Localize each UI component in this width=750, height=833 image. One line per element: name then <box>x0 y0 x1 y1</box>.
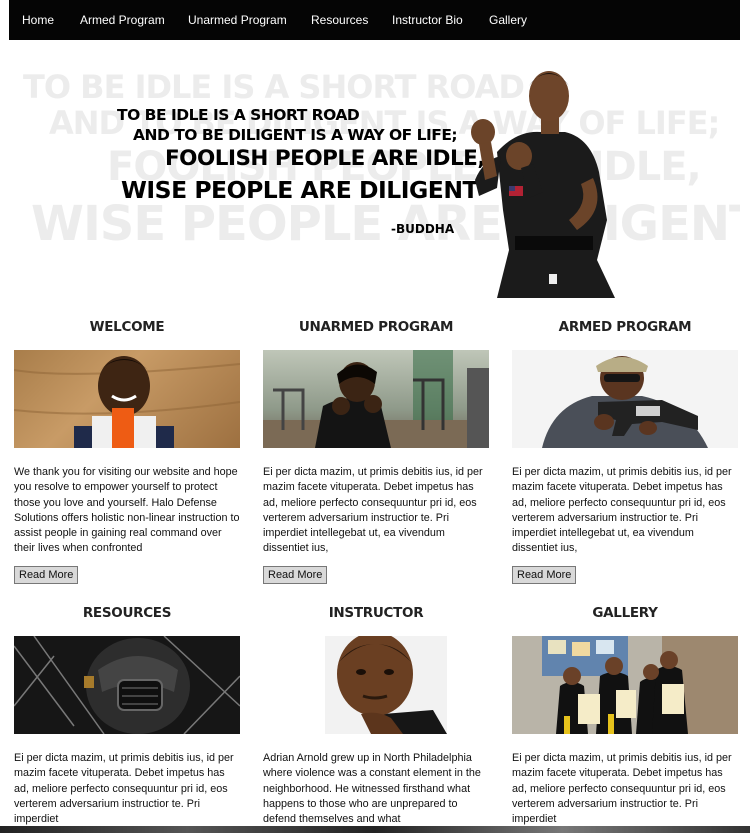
card-resources: RESOURCES Ei per dicta mazim, ut primis … <box>14 604 240 833</box>
welcome-image <box>14 350 240 448</box>
card-armed-program: ARMED PROGRAM Ei per dicta mazim, ut pri… <box>512 318 738 584</box>
card-instructor: INSTRUCTOR Adrian Arnold grew up in Nort… <box>263 604 489 833</box>
card-title: INSTRUCTOR <box>328 605 424 621</box>
card-title: GALLERY <box>592 605 658 621</box>
nav-gallery[interactable]: Gallery <box>489 13 527 27</box>
card-text: Ei per dicta mazim, ut primis debitis iu… <box>14 752 234 826</box>
instructor-image <box>263 636 489 734</box>
card-welcome: WELCOME We thank you for visiting our we… <box>14 318 240 584</box>
card-text: Adrian Arnold grew up in North Philadelp… <box>263 752 481 826</box>
hero-quote-author: -BUDDHA <box>391 222 455 236</box>
resources-image <box>14 636 240 734</box>
card-title: ARMED PROGRAM <box>558 319 692 335</box>
gallery-image <box>512 636 738 734</box>
hero-ghost-line-1: TO BE IDLE IS A SHORT ROAD <box>23 68 525 106</box>
card-title: WELCOME <box>89 319 165 335</box>
nav-unarmed-program[interactable]: Unarmed Program <box>188 13 287 27</box>
hero-quote-line-4: WISE PEOPLE ARE DILIGENT <box>121 176 479 204</box>
read-more-button[interactable]: Read More <box>263 566 328 584</box>
hero-quote-line-2: AND TO BE DILIGENT IS A WAY OF LIFE; <box>133 126 458 144</box>
martial-artist-image <box>471 71 615 298</box>
hero-banner: TO BE IDLE IS A SHORT ROAD AND TO BE DIL… <box>9 40 740 298</box>
card-gallery: GALLERY Ei per dicta mazim, ut primis de… <box>512 604 738 833</box>
nav-armed-program[interactable]: Armed Program <box>80 13 165 27</box>
nav-resources[interactable]: Resources <box>311 13 368 27</box>
hero-quote-line-1: TO BE IDLE IS A SHORT ROAD <box>117 106 360 124</box>
read-more-button[interactable]: Read More <box>14 566 79 584</box>
card-text: Ei per dicta mazim, ut primis debitis iu… <box>263 466 483 555</box>
top-nav: Home Armed Program Unarmed Program Resou… <box>9 0 740 40</box>
card-text: Ei per dicta mazim, ut primis debitis iu… <box>512 466 732 555</box>
nav-home[interactable]: Home <box>22 13 54 27</box>
card-text: We thank you for visiting our website an… <box>14 466 240 555</box>
card-title: UNARMED PROGRAM <box>298 319 454 335</box>
hero-quote-line-3: FOOLISH PEOPLE ARE IDLE, <box>165 146 486 171</box>
unarmed-program-image <box>263 350 489 448</box>
bottom-image-strip <box>0 826 750 833</box>
card-title: RESOURCES <box>82 605 172 621</box>
card-unarmed-program: UNARMED PROGRAM Ei per dicta mazim, ut p… <box>263 318 489 584</box>
card-text: Ei per dicta mazim, ut primis debitis iu… <box>512 752 732 826</box>
nav-instructor-bio[interactable]: Instructor Bio <box>392 13 463 27</box>
read-more-button[interactable]: Read More <box>512 566 577 584</box>
armed-program-image <box>512 350 738 448</box>
